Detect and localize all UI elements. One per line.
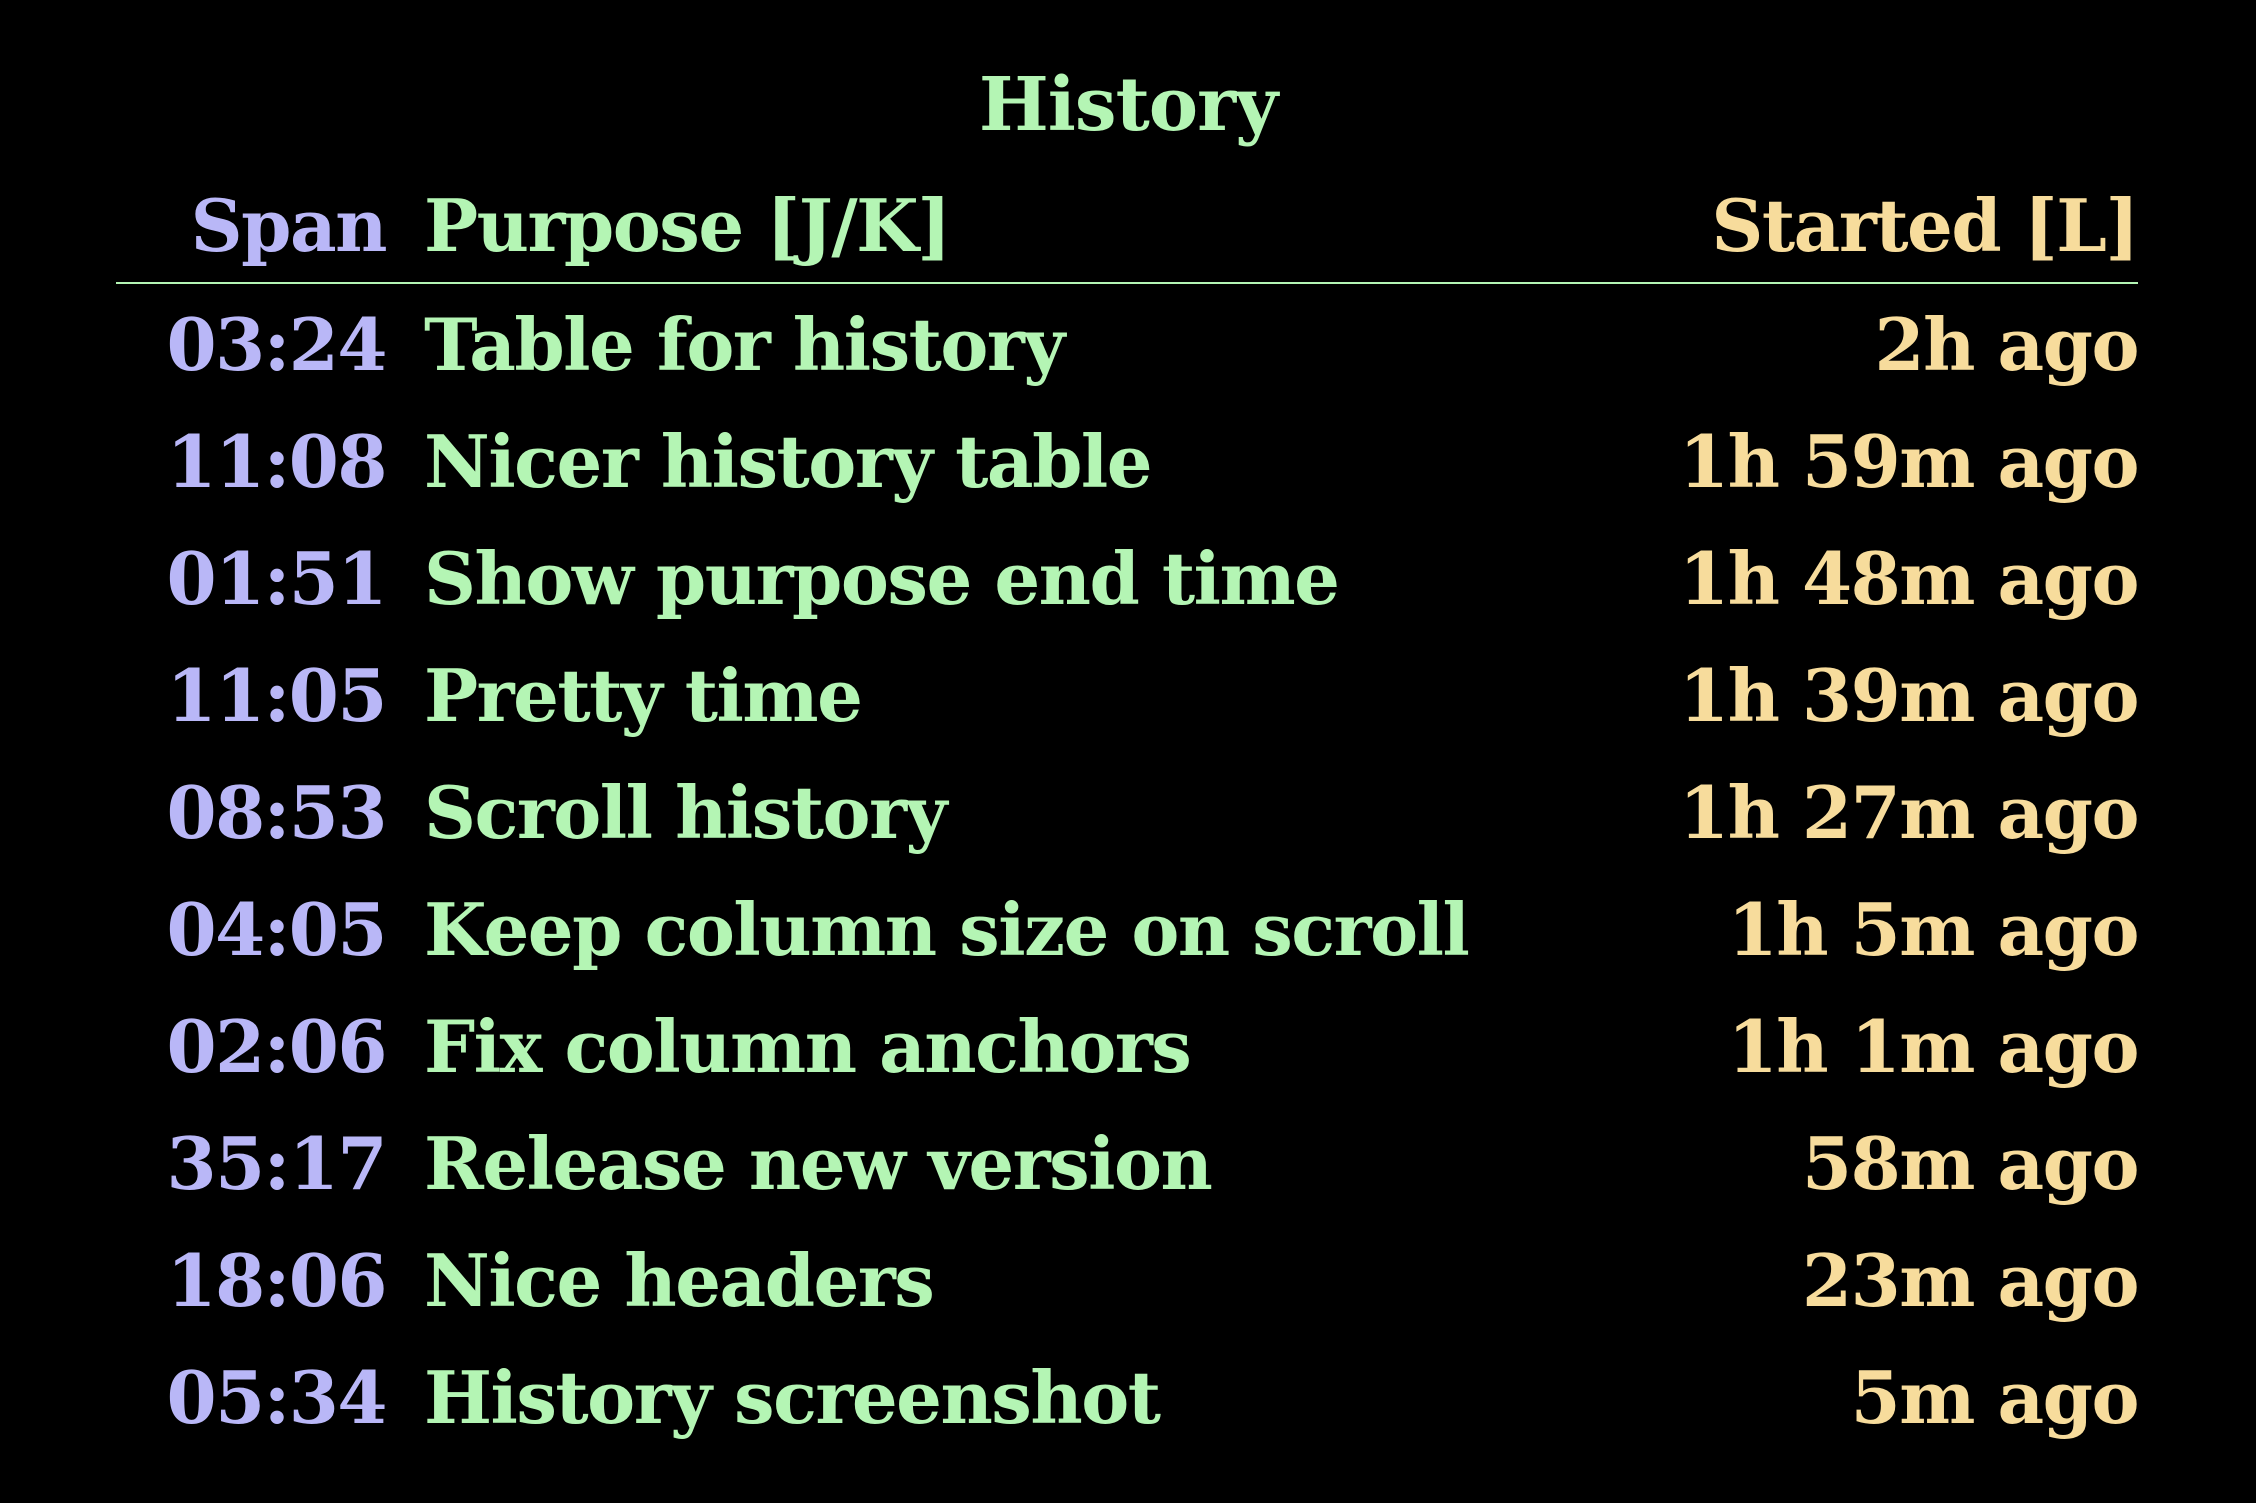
span-cell: 11:05 bbox=[166, 653, 388, 738]
started-cell: 1h 39m ago bbox=[1679, 653, 2139, 738]
purpose-cell: Keep column size on scroll bbox=[424, 887, 1470, 972]
table-row[interactable]: 11:08 Nicer history table 1h 59m ago bbox=[116, 403, 2140, 520]
purpose-cell: Scroll history bbox=[424, 770, 947, 855]
purpose-cell: Release new version bbox=[424, 1121, 1213, 1206]
started-cell: 1h 1m ago bbox=[1727, 1004, 2140, 1089]
purpose-cell: History screenshot bbox=[424, 1355, 1161, 1440]
purpose-cell: Nice headers bbox=[424, 1238, 935, 1323]
span-cell: 08:53 bbox=[166, 770, 388, 855]
table-body: 03:24 Table for history 2h ago 11:08 Nic… bbox=[116, 286, 2140, 1456]
purpose-cell: Show purpose end time bbox=[424, 536, 1340, 621]
span-cell: 35:17 bbox=[166, 1121, 388, 1206]
span-cell: 05:34 bbox=[166, 1355, 388, 1440]
started-cell: 1h 27m ago bbox=[1679, 770, 2139, 855]
table-row[interactable]: 18:06 Nice headers 23m ago bbox=[116, 1222, 2140, 1339]
header-span[interactable]: Span bbox=[116, 170, 388, 282]
span-cell: 03:24 bbox=[166, 302, 388, 387]
table-row[interactable]: 35:17 Release new version 58m ago bbox=[116, 1105, 2140, 1222]
started-cell: 5m ago bbox=[1850, 1355, 2140, 1440]
header-started[interactable]: Started [L] bbox=[1638, 170, 2139, 282]
span-cell: 02:06 bbox=[166, 1004, 388, 1089]
span-cell: 11:08 bbox=[166, 419, 388, 504]
purpose-cell: Fix column anchors bbox=[424, 1004, 1192, 1089]
span-cell: 01:51 bbox=[166, 536, 388, 621]
started-cell: 2h ago bbox=[1874, 302, 2139, 387]
purpose-cell: Pretty time bbox=[424, 653, 863, 738]
purpose-cell: Table for history bbox=[424, 302, 1065, 387]
span-cell: 18:06 bbox=[166, 1238, 388, 1323]
started-cell: 1h 5m ago bbox=[1727, 887, 2140, 972]
header-purpose[interactable]: Purpose [J/K] bbox=[424, 170, 1724, 282]
started-cell: 1h 48m ago bbox=[1679, 536, 2139, 621]
table-row[interactable]: 11:05 Pretty time 1h 39m ago bbox=[116, 637, 2140, 754]
span-cell: 04:05 bbox=[166, 887, 388, 972]
table-row[interactable]: 08:53 Scroll history 1h 27m ago bbox=[116, 754, 2140, 871]
table-row[interactable]: 05:34 History screenshot 5m ago bbox=[116, 1339, 2140, 1456]
table-row[interactable]: 02:06 Fix column anchors 1h 1m ago bbox=[116, 988, 2140, 1105]
table-row[interactable]: 03:24 Table for history 2h ago bbox=[116, 286, 2140, 403]
table-row[interactable]: 04:05 Keep column size on scroll 1h 5m a… bbox=[116, 871, 2140, 988]
table-row[interactable]: 01:51 Show purpose end time 1h 48m ago bbox=[116, 520, 2140, 637]
history-table: Span Purpose [J/K] Started [L] 03:24 Tab… bbox=[116, 170, 2140, 1456]
purpose-cell: Nicer history table bbox=[424, 419, 1153, 504]
started-cell: 23m ago bbox=[1802, 1238, 2139, 1323]
started-cell: 1h 59m ago bbox=[1679, 419, 2139, 504]
table-header: Span Purpose [J/K] Started [L] bbox=[116, 170, 2140, 284]
started-cell: 58m ago bbox=[1802, 1121, 2139, 1206]
page-title: History bbox=[978, 62, 1278, 148]
